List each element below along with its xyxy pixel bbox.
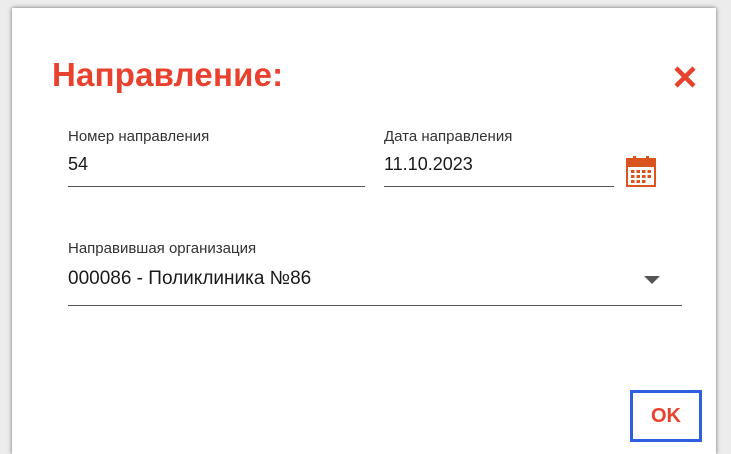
ok-button[interactable]: OK (630, 390, 702, 442)
organization-select[interactable]: 000086 - Поликлиника №86 (68, 268, 311, 290)
calendar-icon[interactable] (626, 155, 656, 187)
referral-date-label: Дата направления (384, 128, 513, 145)
referral-date-field[interactable]: Дата направления 11.10.2023 (384, 128, 512, 175)
referral-date-input[interactable]: 11.10.2023 (384, 154, 512, 175)
organization-field[interactable]: Направившая организация 000086 - Поликли… (68, 240, 311, 290)
referral-number-input[interactable]: 54 (68, 154, 209, 175)
referral-number-field[interactable]: Номер направления 54 (68, 128, 209, 175)
dropdown-arrow-icon[interactable] (644, 276, 660, 284)
close-icon[interactable] (672, 64, 698, 90)
referral-number-underline (68, 186, 365, 187)
referral-date-underline (384, 186, 614, 187)
dialog-title: Направление: (52, 56, 284, 93)
organization-underline (68, 305, 682, 306)
organization-label: Направившая организация (68, 240, 257, 257)
referral-number-label: Номер направления (68, 128, 210, 145)
referral-dialog: Направление: Номер направления 54 Дата н… (12, 8, 716, 454)
